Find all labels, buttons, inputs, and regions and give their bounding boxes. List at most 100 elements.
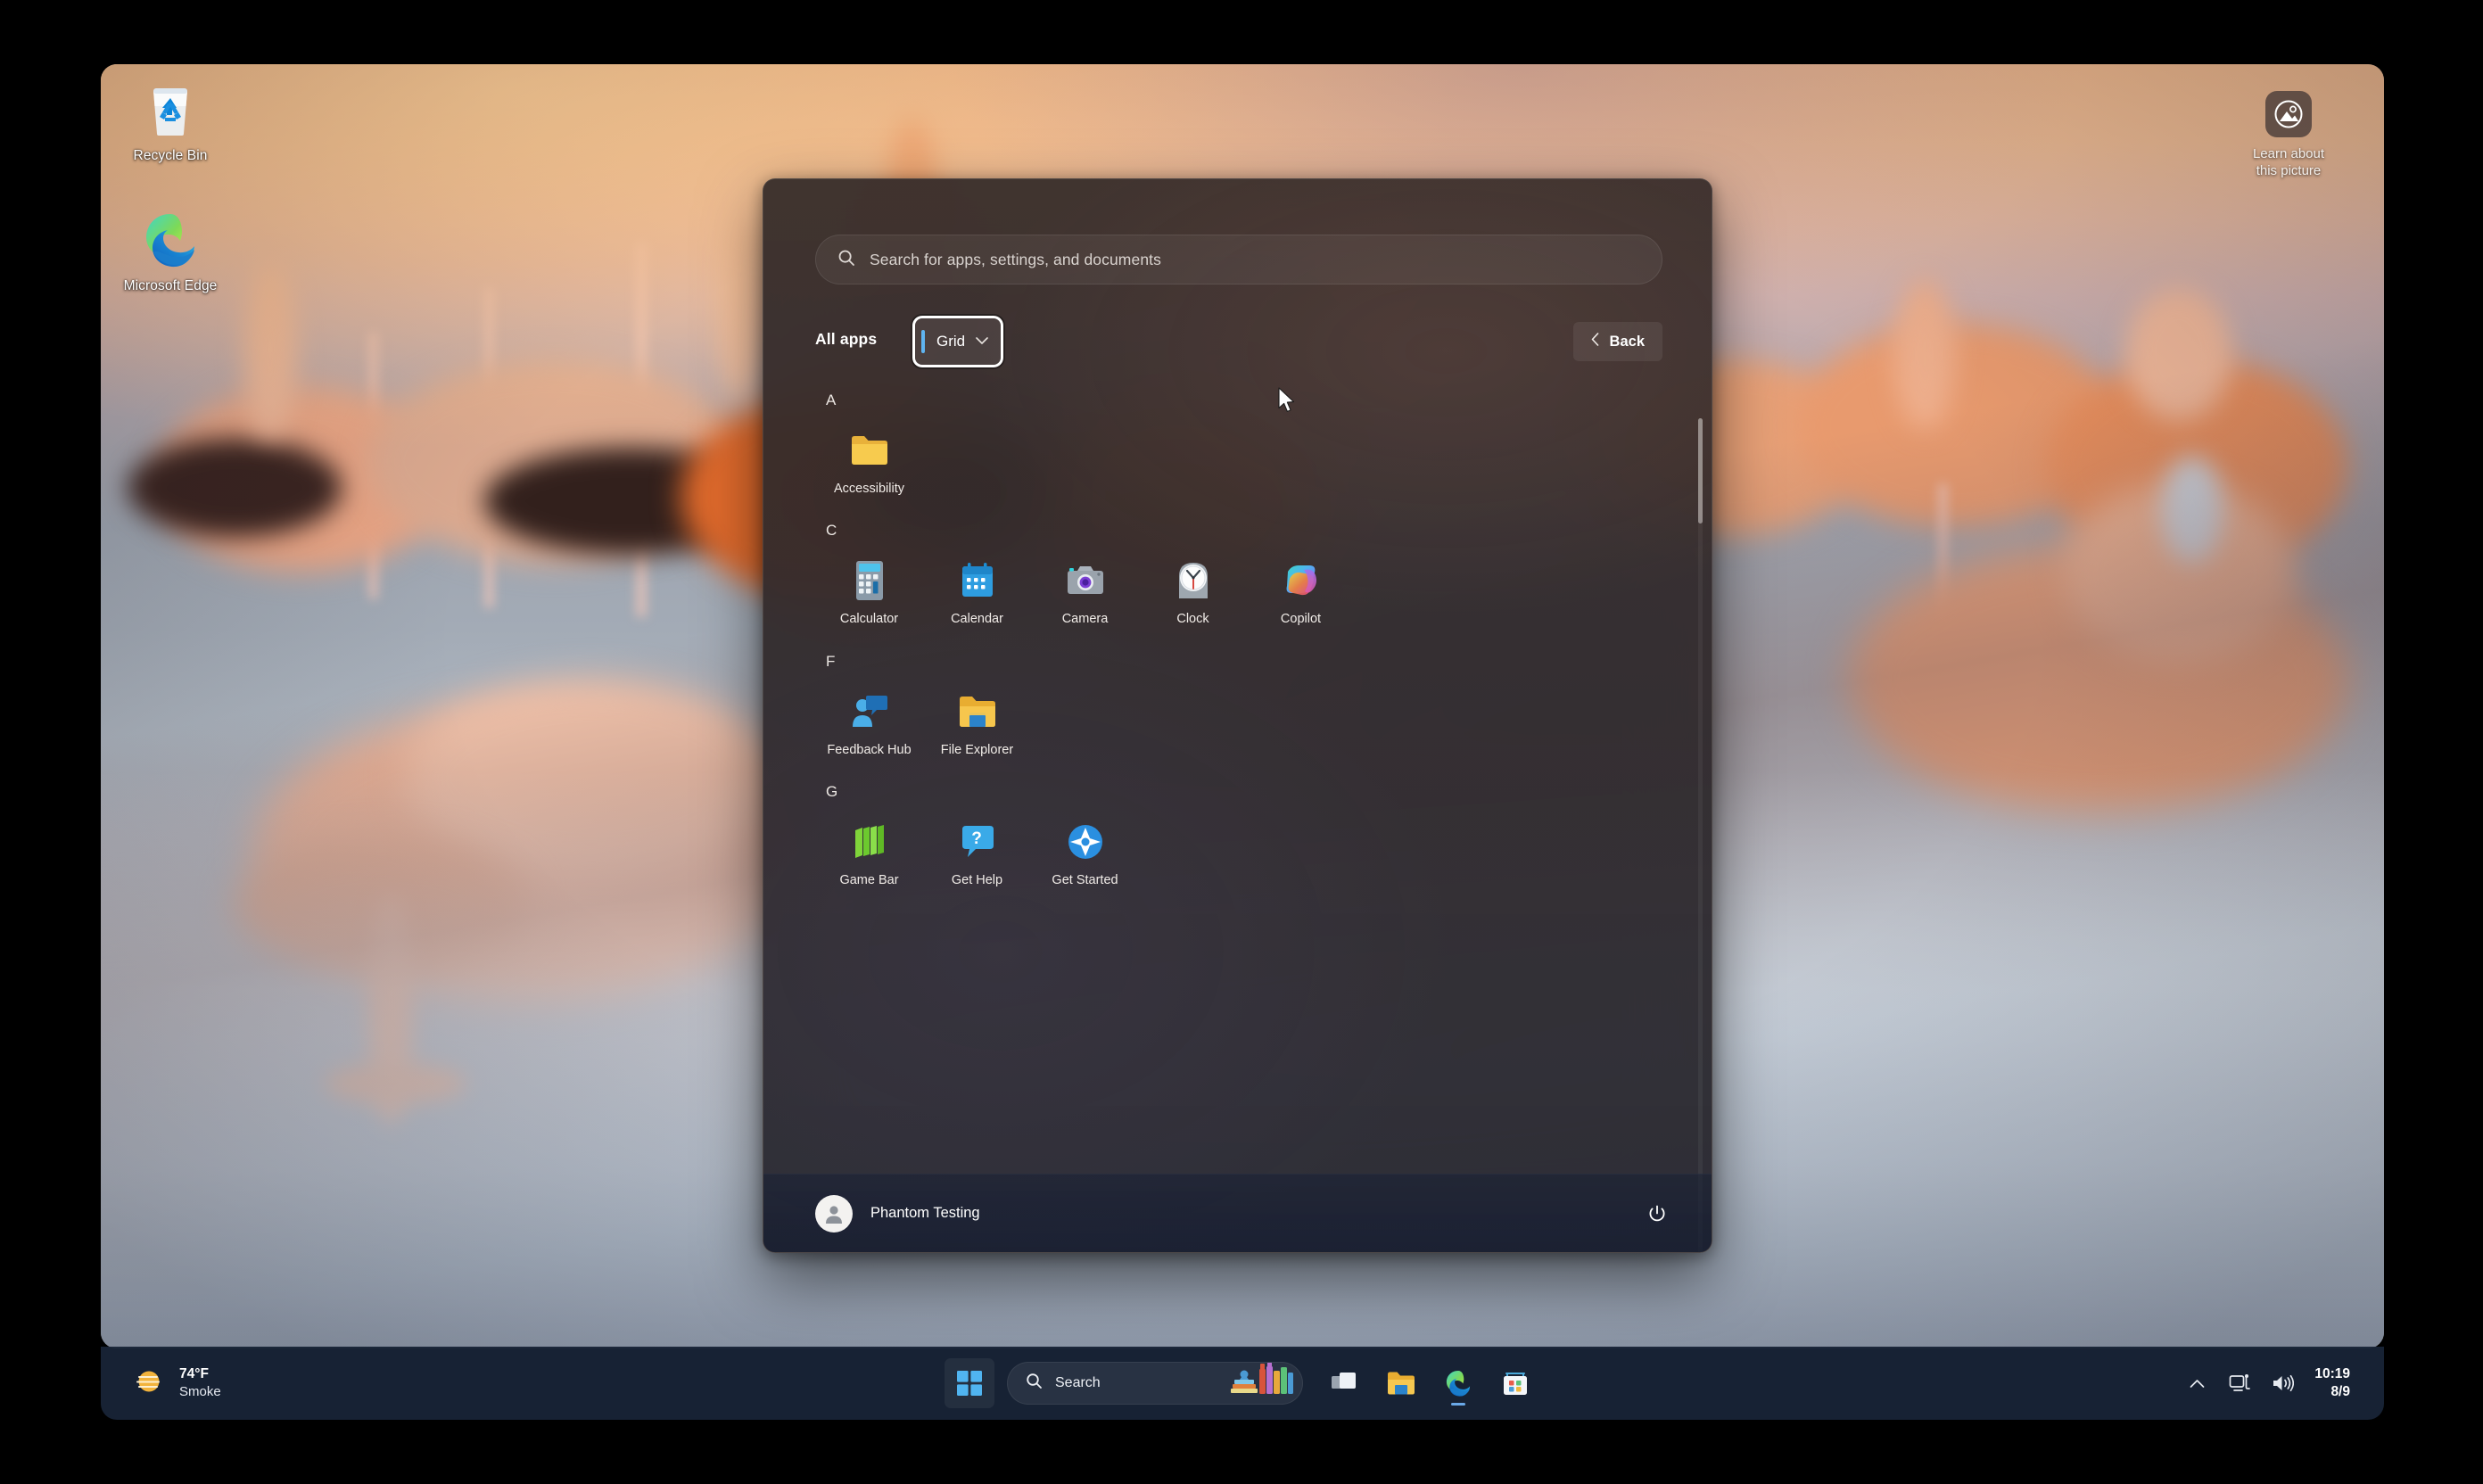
taskbar-item-microsoft-store[interactable]	[1490, 1358, 1540, 1408]
taskbar-search-box[interactable]: Search	[1007, 1362, 1303, 1405]
calendar-icon	[923, 557, 1031, 604]
weather-temperature: 74°F	[179, 1366, 209, 1382]
chevron-left-icon	[1591, 333, 1599, 350]
view-mode-dropdown[interactable]: Grid	[915, 318, 1002, 365]
app-tile-feedback-hub[interactable]: Feedback Hub	[815, 685, 923, 758]
app-name: Get Started	[1052, 873, 1118, 888]
taskbar-search-label: Search	[1055, 1375, 1101, 1390]
microsoft-store-icon	[1504, 1373, 1527, 1395]
app-row: Feedback Hub File Explorer	[815, 685, 1685, 758]
desktop-icon-label: Microsoft Edge	[123, 278, 218, 293]
windows-logo-icon	[957, 1371, 982, 1396]
camera-icon	[1031, 557, 1139, 604]
power-icon	[1649, 1205, 1665, 1221]
network-icon	[2229, 1373, 2250, 1391]
tray-network-button[interactable]	[2220, 1360, 2259, 1406]
taskbar-center-group: Search	[945, 1358, 1540, 1408]
edge-icon	[1446, 1370, 1471, 1397]
taskbar-item-file-explorer[interactable]	[1376, 1358, 1426, 1408]
taskbar-item-microsoft-edge[interactable]	[1433, 1358, 1483, 1408]
app-name: Copilot	[1280, 612, 1322, 627]
app-name: Accessibility	[834, 482, 904, 496]
start-menu-scrollbar[interactable]	[1698, 418, 1703, 1252]
view-mode-value: Grid	[936, 333, 966, 350]
start-search-input[interactable]: Search for apps, settings, and documents	[815, 235, 1662, 284]
focus-accent-bar	[921, 330, 925, 353]
app-name: Clock	[1176, 612, 1209, 627]
task-view-icon	[1332, 1373, 1356, 1389]
app-tile-copilot[interactable]: Copilot	[1247, 554, 1355, 627]
get-started-icon	[1031, 819, 1139, 865]
clock-time: 10:19	[2314, 1365, 2350, 1381]
section-letter: F	[826, 652, 836, 670]
game-bar-icon	[815, 819, 923, 865]
learn-about-picture[interactable]: Learn about this picture	[2222, 91, 2355, 179]
user-avatar-icon	[815, 1194, 853, 1233]
edge-icon	[113, 207, 227, 273]
back-button-label: Back	[1609, 333, 1645, 350]
desktop-icon-recycle-bin[interactable]: Recycle Bin	[113, 77, 227, 165]
learn-picture-line2: this picture	[2256, 163, 2322, 179]
app-tile-get-help[interactable]: ? Get Help	[923, 815, 1031, 888]
all-apps-label: All apps	[815, 330, 878, 348]
copilot-icon	[1247, 557, 1355, 604]
app-tile-game-bar[interactable]: Game Bar	[815, 815, 923, 888]
learn-picture-line1: Learn about	[2252, 146, 2325, 161]
back-button[interactable]: Back	[1572, 322, 1662, 361]
app-row: Game Bar ? Get Help Get Started	[815, 815, 1685, 888]
clock-icon	[1139, 557, 1247, 604]
smoke-sun-icon	[133, 1366, 165, 1401]
chevron-up-icon	[2190, 1379, 2205, 1388]
app-name: Calculator	[839, 612, 899, 627]
picture-info-icon	[2265, 91, 2312, 137]
tray-volume-button[interactable]	[2263, 1360, 2302, 1406]
start-button[interactable]	[945, 1358, 994, 1408]
app-tile-get-started[interactable]: Get Started	[1031, 815, 1139, 888]
app-tile-accessibility[interactable]: Accessibility	[815, 424, 923, 497]
app-tile-calculator[interactable]: Calculator	[815, 554, 923, 627]
all-apps-list[interactable]: A Accessibility C Calculator Calendar Ca…	[815, 392, 1685, 1170]
weather-condition: Smoke	[179, 1384, 221, 1400]
app-row: Calculator Calendar Camera Clock Copilot	[815, 554, 1685, 627]
app-row: Accessibility	[815, 424, 1685, 497]
user-name: Phantom Testing	[870, 1205, 980, 1221]
app-name: Feedback Hub	[827, 742, 912, 757]
svg-text:?: ?	[971, 829, 982, 848]
user-account-button[interactable]: Phantom Testing	[815, 1194, 980, 1233]
file-explorer-icon	[923, 688, 1031, 735]
recycle-bin-icon	[113, 77, 227, 143]
books-illustration	[1229, 1363, 1295, 1402]
tray-overflow-button[interactable]	[2177, 1360, 2216, 1406]
section-letter: A	[826, 392, 837, 408]
running-indicator	[1451, 1403, 1465, 1406]
feedback-hub-icon	[815, 688, 923, 735]
chevron-down-icon	[976, 334, 988, 350]
search-icon	[1026, 1373, 1043, 1394]
start-menu[interactable]: Search for apps, settings, and documents…	[763, 178, 1712, 1253]
app-tile-calendar[interactable]: Calendar	[923, 554, 1031, 627]
taskbar-clock[interactable]: 10:19 8/9	[2306, 1365, 2364, 1401]
start-search-placeholder: Search for apps, settings, and documents	[870, 250, 1161, 268]
desktop-icon-microsoft-edge[interactable]: Microsoft Edge	[113, 207, 227, 295]
volume-icon	[2273, 1374, 2294, 1392]
scrollbar-thumb[interactable]	[1698, 418, 1703, 524]
taskbar-weather-widget[interactable]: 74°F Smoke	[120, 1355, 241, 1412]
section-letter: C	[826, 522, 837, 540]
app-tile-camera[interactable]: Camera	[1031, 554, 1139, 627]
app-tile-file-explorer[interactable]: File Explorer	[923, 685, 1031, 758]
file-explorer-icon	[1388, 1372, 1415, 1395]
search-icon	[837, 249, 855, 271]
desktop-icon-label: Recycle Bin	[133, 148, 208, 163]
app-name: Game Bar	[839, 873, 899, 888]
section-letter: G	[826, 783, 838, 801]
app-tile-clock[interactable]: Clock	[1139, 554, 1247, 627]
app-name: File Explorer	[940, 742, 1014, 757]
taskbar-system-tray: 10:19 8/9	[2177, 1360, 2364, 1406]
screen-root: Recycle Bin Microsoft Edge Learn about t…	[0, 0, 2483, 1484]
app-name: Get Help	[951, 873, 1003, 888]
taskbar-item-task-view[interactable]	[1319, 1358, 1369, 1408]
folder-icon	[815, 427, 923, 474]
taskbar[interactable]: 74°F Smoke Search 10:19 8/9	[101, 1347, 2384, 1420]
power-button[interactable]	[1638, 1195, 1676, 1233]
start-header-row: All apps Grid Back	[815, 318, 1662, 368]
